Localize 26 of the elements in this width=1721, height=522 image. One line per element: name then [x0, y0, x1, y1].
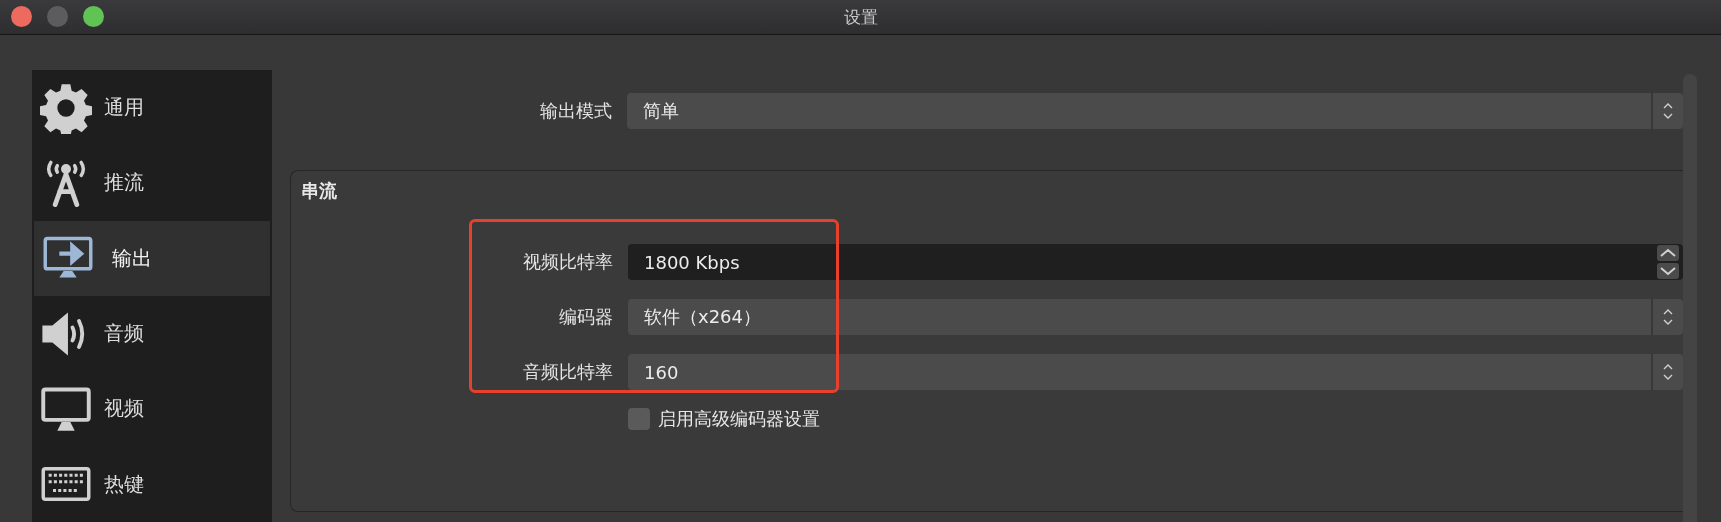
zoom-button[interactable] [83, 6, 104, 27]
dropdown[interactable]: 简单 [627, 93, 1683, 129]
stepper-arrows-icon[interactable] [1661, 362, 1675, 382]
sidebar-item[interactable]: 音频 [32, 296, 272, 372]
close-button[interactable] [11, 6, 32, 27]
stepper-arrows-icon[interactable] [1661, 307, 1675, 327]
field-label: 视频比特率 [522, 250, 613, 274]
stepper-arrows-icon[interactable] [1661, 101, 1675, 121]
spin-box[interactable]: 1800 Kbps [628, 244, 1683, 280]
group-title: 串流 [300, 179, 338, 203]
sidebar-item[interactable]: 视频 [32, 371, 272, 447]
checkbox-label: 启用高级编码器设置 [658, 407, 820, 431]
sidebar-item[interactable]: 热键 [32, 446, 272, 522]
field-label: 输出模式 [539, 99, 612, 123]
sidebar-item[interactable]: 推流 [32, 145, 272, 221]
sidebar-item[interactable]: 输出 [34, 220, 270, 296]
window-title: 设置 [843, 5, 878, 29]
field-label: 编码器 [558, 305, 613, 329]
sidebar-item[interactable]: 通用 [32, 70, 272, 146]
field-label: 音频比特率 [522, 360, 613, 384]
gear-icon [40, 81, 92, 134]
stepper-arrows-icon[interactable] [1656, 244, 1680, 280]
scrollbar[interactable] [1683, 74, 1697, 522]
dropdown[interactable]: 软件（x264） [628, 299, 1683, 335]
dropdown[interactable]: 160 [628, 354, 1683, 390]
checkbox[interactable] [628, 408, 650, 430]
